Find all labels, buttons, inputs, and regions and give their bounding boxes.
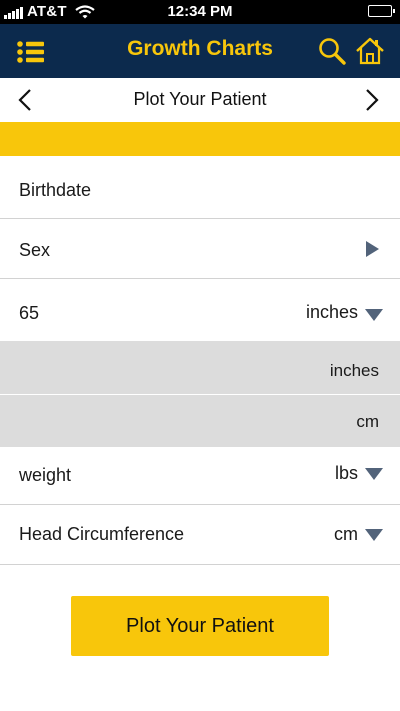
triangle-down-icon[interactable]	[365, 529, 383, 541]
weight-field[interactable]: weight lbs	[0, 447, 400, 505]
head-circumference-field[interactable]: Head Circumference cm	[0, 505, 400, 565]
triangle-down-icon[interactable]	[365, 468, 383, 480]
page-nav: Plot Your Patient	[0, 78, 400, 122]
head-circumference-label: Head Circumference	[19, 524, 185, 544]
unit-option-inches[interactable]: inches	[0, 341, 400, 395]
unit-option-cm[interactable]: cm	[0, 395, 400, 447]
height-field[interactable]: 65 inches	[0, 279, 400, 341]
app-header: Growth Charts	[0, 24, 400, 78]
birthdate-field[interactable]: Birthdate	[0, 156, 400, 219]
page-title: Plot Your Patient	[133, 89, 267, 109]
search-icon[interactable]	[318, 37, 346, 65]
battery-icon	[368, 5, 395, 17]
triangle-right-icon	[366, 241, 379, 257]
triangle-down-icon[interactable]	[365, 309, 383, 321]
plot-patient-button[interactable]: Plot Your Patient	[71, 596, 329, 656]
unit-option-label: inches	[329, 361, 379, 380]
weight-label: weight	[19, 465, 72, 485]
height-unit-dropdown[interactable]: inches	[306, 302, 358, 323]
accent-banner	[0, 122, 400, 156]
sex-label: Sex	[19, 240, 51, 260]
home-icon[interactable]	[355, 36, 385, 66]
birthdate-label: Birthdate	[19, 180, 92, 200]
height-value: 65	[19, 303, 40, 323]
head-circumference-unit-dropdown[interactable]: cm	[334, 524, 358, 545]
status-bar: AT&T 12:34 PM	[0, 0, 400, 24]
status-time: 12:34 PM	[167, 3, 233, 20]
unit-option-label: cm	[356, 412, 379, 431]
weight-unit-dropdown[interactable]: lbs	[335, 463, 358, 484]
chevron-right-icon[interactable]	[364, 88, 380, 112]
sex-selector[interactable]: Sex	[0, 219, 400, 279]
